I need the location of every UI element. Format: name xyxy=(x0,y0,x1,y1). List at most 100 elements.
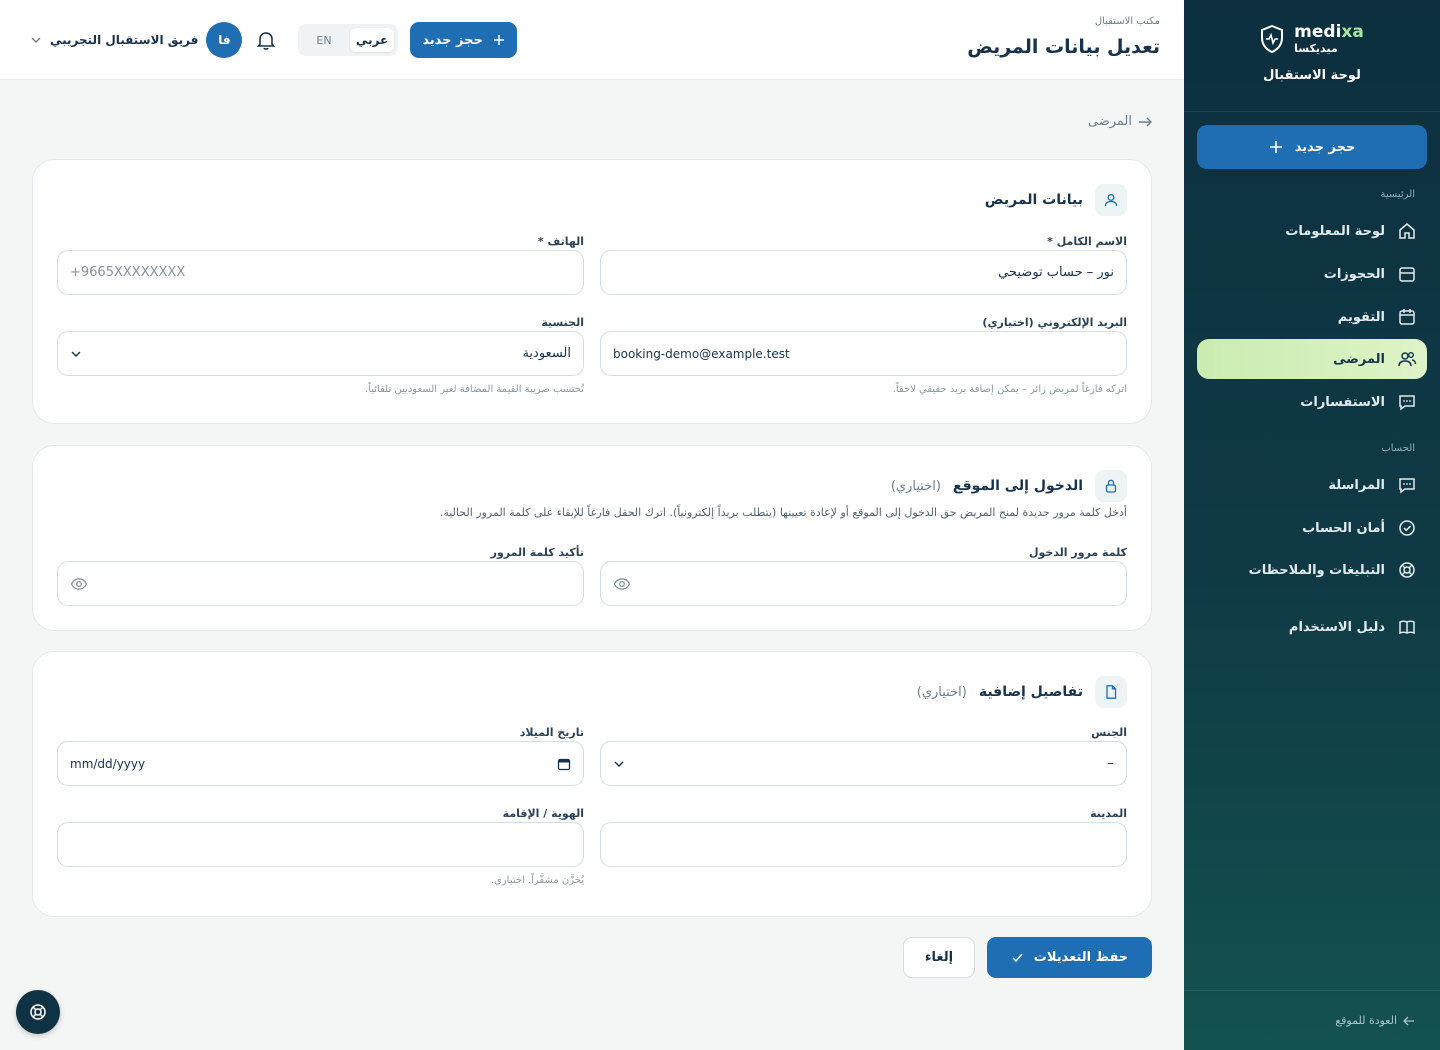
eye-icon[interactable] xyxy=(613,575,631,593)
national-id-label: الهوية / الإقامة xyxy=(502,807,584,820)
chevron-down-icon xyxy=(71,351,81,357)
password-label: كلمة مرور الدخول xyxy=(1028,546,1127,559)
birthdate-label: تاريخ الميلاد xyxy=(519,726,584,739)
sidebar-new-booking-label: حجز جديد xyxy=(1294,139,1356,155)
topbar: مكتب الاستقبال تعديل بيانات المريض حجز ج… xyxy=(0,0,1184,80)
back-to-patients-link[interactable]: المرضى xyxy=(1088,114,1152,129)
bell-icon xyxy=(256,32,276,50)
sidebar-item-dashboard[interactable]: لوحة المعلومات xyxy=(1197,211,1427,251)
birthdate-field: تاريخ الميلاد mm/dd/yyyy xyxy=(57,725,584,786)
book-icon xyxy=(1399,620,1415,635)
sidebar-item-label: التقويم xyxy=(1337,309,1385,325)
sidebar-item-account-security[interactable]: أمان الحساب xyxy=(1197,508,1427,548)
lock-icon xyxy=(1105,479,1117,493)
bookings-icon xyxy=(1399,267,1415,282)
sidebar-new-booking-button[interactable]: حجز جديد xyxy=(1197,125,1427,169)
document-icon xyxy=(1106,685,1117,699)
sidebar-item-inquiries[interactable]: الاستفسارات xyxy=(1197,382,1427,422)
card-optional-tag: (اختياري) xyxy=(890,478,941,494)
gender-label: الجنس xyxy=(1091,726,1127,739)
cancel-button[interactable]: إلغاء xyxy=(903,937,975,978)
eye-icon[interactable] xyxy=(70,575,88,593)
message-icon xyxy=(1399,478,1415,494)
sidebar-item-label: المرضى xyxy=(1333,351,1385,367)
shield-check-icon xyxy=(1399,520,1415,536)
city-field: المدينة xyxy=(600,806,1127,867)
section-account-label: الحساب xyxy=(1381,443,1415,454)
nationality-value: السعودية xyxy=(522,346,571,361)
phone-label: الهاتف * xyxy=(537,235,584,248)
city-input[interactable] xyxy=(600,822,1127,867)
gender-select[interactable]: – xyxy=(600,741,1127,786)
notifications-button[interactable] xyxy=(254,28,278,56)
lang-en-button[interactable]: EN xyxy=(302,28,346,52)
card-title: بيانات المريض xyxy=(984,192,1083,208)
chat-icon xyxy=(1399,395,1415,411)
language-switcher: EN عربي xyxy=(298,24,398,56)
nationality-select[interactable]: السعودية xyxy=(57,331,584,376)
new-booking-label: حجز جديد xyxy=(422,32,483,48)
phone-input[interactable]: +9665XXXXXXXX xyxy=(57,250,584,295)
arrow-left-icon xyxy=(1403,1016,1414,1025)
users-icon xyxy=(1398,352,1417,367)
login-description: أدخل كلمة مرور جديدة لمنح المريض حق الدخ… xyxy=(439,506,1127,519)
sidebar-item-user-guide[interactable]: دليل الاستخدام xyxy=(1197,607,1427,647)
nationality-field: الجنسية السعودية تُحتسب ضريبة القيمة الم… xyxy=(57,315,584,395)
national-id-input[interactable] xyxy=(57,822,584,867)
save-changes-button[interactable]: حفظ التعديلات xyxy=(987,937,1152,978)
sidebar-item-label: دليل الاستخدام xyxy=(1288,619,1385,635)
sidebar-item-patients[interactable]: المرضى xyxy=(1197,339,1427,379)
confirm-password-input[interactable] xyxy=(57,561,584,606)
card-optional-tag: (اختياري) xyxy=(916,684,967,700)
birthdate-input[interactable]: mm/dd/yyyy xyxy=(57,741,584,786)
email-value: booking-demo@example.test xyxy=(613,346,790,361)
full-name-input[interactable]: نور – حساب توضيحي xyxy=(600,250,1127,295)
birthdate-placeholder: mm/dd/yyyy xyxy=(70,756,146,771)
full-name-field: الاسم الكامل * نور – حساب توضيحي xyxy=(600,234,1127,295)
sidebar-item-reports[interactable]: التبليغات والملاحظات xyxy=(1197,550,1427,590)
sidebar-item-label: الاستفسارات xyxy=(1300,394,1385,410)
user-menu[interactable]: فريق الاستقبال التجريبي فا xyxy=(30,22,243,58)
lifebuoy-icon xyxy=(30,1004,46,1020)
page-title: تعديل بيانات المريض xyxy=(967,36,1160,58)
card-header: تفاصيل إضافية (اختياري) xyxy=(917,676,1127,708)
breadcrumb: مكتب الاستقبال xyxy=(1094,16,1160,27)
new-booking-button[interactable]: حجز جديد xyxy=(410,22,517,58)
sidebar-item-label: الحجوزات xyxy=(1323,266,1385,282)
password-field: كلمة مرور الدخول xyxy=(600,545,1127,606)
back-to-site-link[interactable]: العودة للموقع xyxy=(1184,990,1440,1050)
gender-value: – xyxy=(1107,756,1115,771)
nationality-label: الجنسية xyxy=(541,316,584,329)
email-field: البريد الإلكتروني (اختياري) booking-demo… xyxy=(600,315,1127,395)
city-label: المدينة xyxy=(1090,807,1127,820)
calendar-icon xyxy=(1399,309,1415,325)
logo[interactable]: medixa ميديكسا xyxy=(1260,24,1364,54)
brand-name-arabic: ميديكسا xyxy=(1294,42,1338,55)
gender-field: الجنس – xyxy=(600,725,1127,786)
calendar-icon[interactable] xyxy=(557,757,571,771)
email-input[interactable]: booking-demo@example.test xyxy=(600,331,1127,376)
card-title: تفاصيل إضافية xyxy=(978,684,1083,700)
sidebar-item-label: التبليغات والملاحظات xyxy=(1248,562,1385,578)
sidebar-item-label: أمان الحساب xyxy=(1302,520,1385,536)
sidebar-item-bookings[interactable]: الحجوزات xyxy=(1197,254,1427,294)
sidebar: medixa ميديكسا لوحة الاستقبال حجز جديد ا… xyxy=(1184,0,1440,1050)
card-icon xyxy=(1095,470,1127,502)
arrow-right-icon xyxy=(1139,117,1152,126)
email-label: البريد الإلكتروني (اختياري) xyxy=(982,316,1127,329)
patient-data-card: بيانات المريض الاسم الكامل * نور – حساب … xyxy=(32,159,1152,424)
lang-ar-button[interactable]: عربي xyxy=(350,28,394,52)
national-id-field: الهوية / الإقامة يُخزَّن مشفَّراً. اختيا… xyxy=(57,806,584,886)
back-to-patients-label: المرضى xyxy=(1087,114,1132,129)
phone-placeholder: +9665XXXXXXXX xyxy=(70,265,186,280)
help-button[interactable] xyxy=(16,990,60,1034)
password-input[interactable] xyxy=(600,561,1127,606)
plus-icon xyxy=(1269,141,1282,153)
lifebuoy-icon xyxy=(1399,562,1415,578)
sidebar-item-label: لوحة المعلومات xyxy=(1285,223,1385,239)
sidebar-item-messaging[interactable]: المراسلة xyxy=(1197,465,1427,505)
card-title: الدخول إلى الموقع xyxy=(952,478,1083,494)
sidebar-item-calendar[interactable]: التقويم xyxy=(1197,297,1427,337)
card-header: الدخول إلى الموقع (اختياري) xyxy=(891,470,1127,502)
check-icon xyxy=(1012,953,1023,963)
